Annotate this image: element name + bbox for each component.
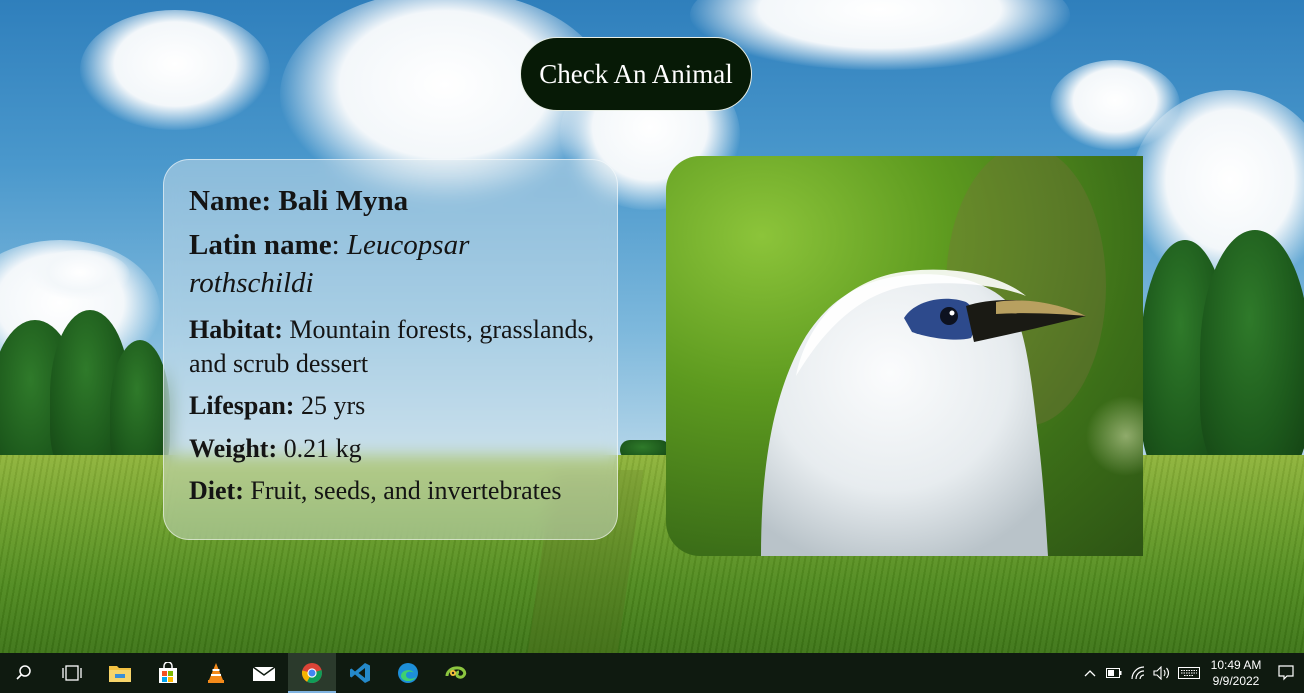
mail-icon[interactable] <box>240 653 288 693</box>
cloud <box>80 10 270 130</box>
system-tray: 10:49 AM 9/9/2022 <box>1078 653 1304 693</box>
weight-row: Weight: 0.21 kg <box>189 432 595 466</box>
lifespan-row: Lifespan: 25 yrs <box>189 389 595 423</box>
edge-icon[interactable] <box>384 653 432 693</box>
latin-name-label: Latin name <box>189 229 332 262</box>
file-explorer-icon[interactable] <box>96 653 144 693</box>
chrome-icon[interactable] <box>288 653 336 693</box>
wifi-icon[interactable] <box>1126 653 1150 693</box>
vlc-icon[interactable] <box>192 653 240 693</box>
clock-date: 9/9/2022 <box>1212 674 1260 688</box>
diet-value: Fruit, seeds, and invertebrates <box>250 476 562 505</box>
clock-time: 10:49 AM <box>1210 658 1262 672</box>
volume-icon[interactable] <box>1150 653 1174 693</box>
chameleon-app-icon[interactable] <box>432 653 480 693</box>
habitat-label: Habitat: <box>189 314 283 344</box>
habitat-row: Habitat: Mountain forests, grasslands, a… <box>189 313 595 382</box>
latin-name-separator: : <box>331 229 340 262</box>
diet-label: Diet: <box>189 476 244 505</box>
check-animal-button[interactable]: Check An Animal <box>520 37 752 111</box>
animal-name-row: Name: Bali Myna <box>189 184 595 219</box>
vscode-icon[interactable] <box>336 653 384 693</box>
task-view-icon[interactable] <box>48 653 96 693</box>
weight-label: Weight: <box>189 433 278 463</box>
animal-info-card: Name: Bali Myna Latin name: Leucopsar ro… <box>163 159 618 540</box>
battery-icon[interactable] <box>1102 653 1126 693</box>
diet-row: Diet: Fruit, seeds, and invertebrates <box>189 474 595 508</box>
cloud <box>30 250 130 300</box>
name-label: Name: <box>189 185 272 217</box>
lifespan-value: 25 yrs <box>300 391 366 421</box>
microsoft-store-icon[interactable] <box>144 653 192 693</box>
keyboard-icon[interactable] <box>1174 653 1204 693</box>
weight-value: 0.21 kg <box>283 433 362 463</box>
animal-photo <box>666 156 1143 556</box>
system-clock[interactable]: 10:49 AM 9/9/2022 <box>1204 653 1268 693</box>
chevron-up-icon[interactable] <box>1078 653 1102 693</box>
windows-taskbar: 10:49 AM 9/9/2022 <box>0 653 1304 693</box>
animal-name: Bali Myna <box>278 185 409 217</box>
lifespan-label: Lifespan: <box>189 391 295 421</box>
search-icon[interactable] <box>0 653 48 693</box>
latin-name-row: Latin name: Leucopsar rothschildi <box>189 227 595 302</box>
notification-icon[interactable] <box>1268 653 1304 693</box>
bird-illustration <box>761 156 1143 556</box>
